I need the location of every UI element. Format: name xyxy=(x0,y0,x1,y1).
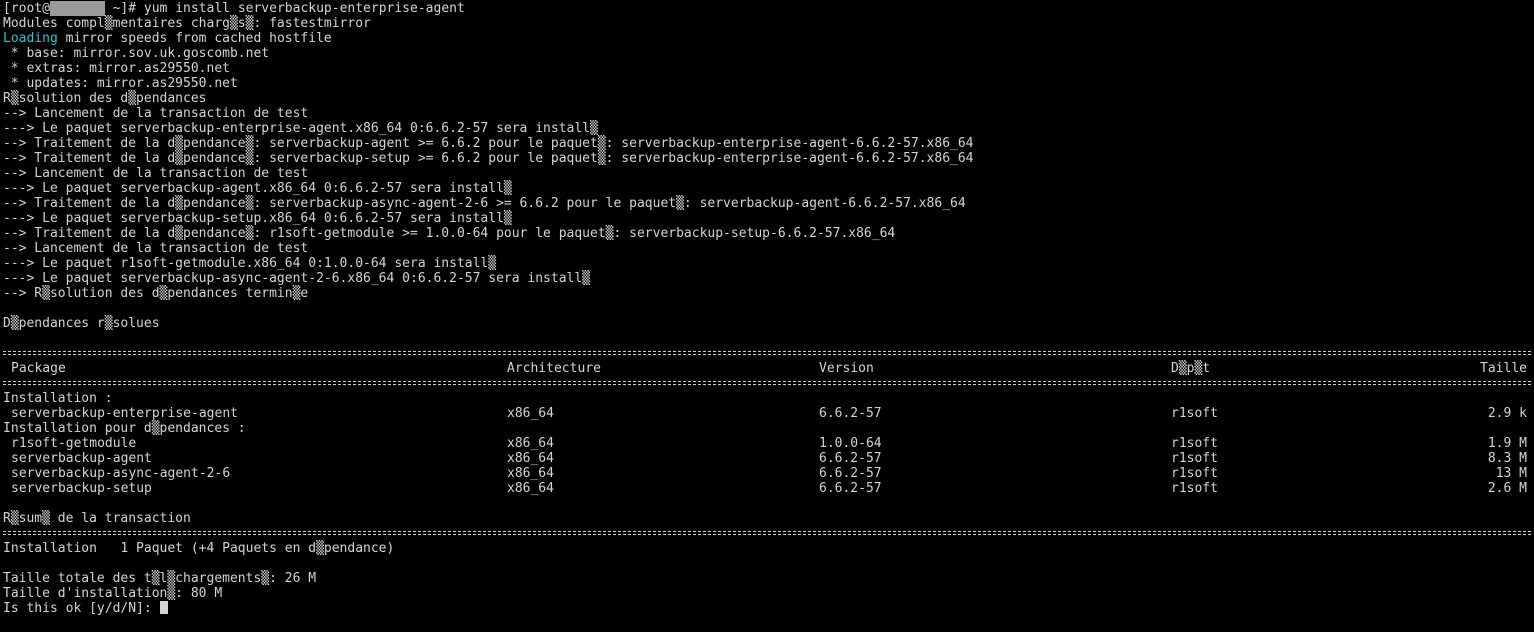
cell-package: serverbackup-async-agent-2-6 xyxy=(11,466,231,481)
cell-depot: r1soft xyxy=(1171,481,1218,496)
prompt-suffix: ~]# xyxy=(104,1,144,16)
summary-block: Installation 1 Paquet (+4 Paquets en d▒p… xyxy=(3,541,1534,601)
table-row: serverbackup-async-agent-2-6 x86_64 6.6.2-… xyxy=(3,466,1534,481)
loading-rest: mirror speeds from cached hostfile xyxy=(57,31,332,46)
log-line: --> Traitement de la d▒pendance▒: server… xyxy=(3,136,974,151)
separator-double xyxy=(3,376,1531,391)
cell-version: 6.6.2-57 xyxy=(819,451,882,466)
summary-line xyxy=(3,556,1534,571)
log-line: --> Traitement de la d▒pendance▒: r1soft… xyxy=(3,226,896,241)
terminal-window[interactable]: [root@ns27167 ~]# yum install serverback… xyxy=(0,0,1534,632)
cell-architecture: x86_64 xyxy=(507,466,554,481)
install-section-label: Installation : xyxy=(3,391,113,406)
summary-line: Taille d'installation▒: 80 M xyxy=(3,586,223,601)
cell-version: 6.6.2-57 xyxy=(819,406,882,421)
table-row: serverbackup-setup x86_64 6.6.2-57 r1soft 2.… xyxy=(3,481,1534,496)
cell-version: 1.0.0-64 xyxy=(819,436,882,451)
prompt-user: [root@ xyxy=(3,1,50,16)
header-size: Taille xyxy=(1480,361,1527,376)
separator-double xyxy=(3,526,1531,541)
cell-size: 13 M xyxy=(1495,466,1527,481)
log-line: --> Lancement de la transaction de test xyxy=(3,166,309,181)
confirm-prompt: Is this ok [y/d/N]: xyxy=(3,601,160,616)
separator-double xyxy=(3,346,1531,361)
log-line: * extras: mirror.as29550.net xyxy=(3,61,230,76)
header-package: Package xyxy=(11,361,66,376)
log-line: --> Lancement de la transaction de test xyxy=(3,106,309,121)
log-line: ---> Le paquet serverbackup-setup.x86_64… xyxy=(3,211,512,226)
cell-architecture: x86_64 xyxy=(507,406,554,421)
prompt-host-redacted: ns27167 xyxy=(49,1,105,16)
log-line: --> Lancement de la transaction de test xyxy=(3,241,309,256)
cell-version: 6.6.2-57 xyxy=(819,481,882,496)
log-line: Modules compl▒mentaires charg▒s▒: fastes… xyxy=(3,16,371,31)
log-line: ---> Le paquet serverbackup-agent.x86_64… xyxy=(3,181,512,196)
cell-architecture: x86_64 xyxy=(507,451,554,466)
table-row: r1soft-getmodule x86_64 1.0.0-64 r1soft 1.9 … xyxy=(3,436,1534,451)
table-row: serverbackup-enterprise-agent x86_64 6.6.2… xyxy=(3,406,1534,421)
log-line: --> Traitement de la d▒pendance▒: server… xyxy=(3,196,966,211)
cell-architecture: x86_64 xyxy=(507,436,554,451)
cell-size: 2.9 k xyxy=(1487,406,1527,421)
cell-package: r1soft-getmodule xyxy=(11,436,137,451)
cell-architecture: x86_64 xyxy=(507,481,554,496)
cell-depot: r1soft xyxy=(1171,466,1218,481)
cell-package: serverbackup-setup xyxy=(11,481,152,496)
log-line: ---> Le paquet serverbackup-enterprise-a… xyxy=(3,121,598,136)
deps-section-label: Installation pour d▒pendances : xyxy=(3,421,246,436)
header-architecture: Architecture xyxy=(507,361,601,376)
command-text: yum install serverbackup-enterprise-agen… xyxy=(143,1,465,16)
summary-line: Installation 1 Paquet (+4 Paquets en d▒p… xyxy=(3,541,395,556)
cell-package: serverbackup-agent xyxy=(11,451,152,466)
log-line: R▒solution des d▒pendances xyxy=(3,91,207,106)
cell-depot: r1soft xyxy=(1171,436,1218,451)
cell-size: 8.3 M xyxy=(1487,451,1527,466)
cell-size: 2.6 M xyxy=(1487,481,1527,496)
log-line: ---> Le paquet r1soft-getmodule.x86_64 0… xyxy=(3,256,497,271)
header-depot: D▒p▒t xyxy=(1171,361,1211,376)
cell-version: 6.6.2-57 xyxy=(819,466,882,481)
dependency-rows: r1soft-getmodule x86_64 1.0.0-64 r1soft 1.9 … xyxy=(3,436,1534,496)
log-line: ---> Le paquet serverbackup-async-agent-… xyxy=(3,271,590,286)
confirm-line[interactable]: Is this ok [y/d/N]: xyxy=(3,601,1534,616)
table-header: Package Architecture Version D▒p▒t Taille xyxy=(3,361,1534,376)
cell-size: 1.9 M xyxy=(1487,436,1527,451)
cell-depot: r1soft xyxy=(1171,406,1218,421)
install-rows: serverbackup-enterprise-agent x86_64 6.6.2… xyxy=(3,406,1534,421)
log-line: D▒pendances r▒solues xyxy=(3,316,160,331)
loading-keyword: Loading xyxy=(3,31,58,46)
log-line: --> Traitement de la d▒pendance▒: server… xyxy=(3,151,974,166)
summary-line: Taille totale des t▒l▒chargements▒: 26 M xyxy=(3,571,317,586)
log-line: * base: mirror.sov.uk.goscomb.net xyxy=(3,46,270,61)
summary-title: R▒sum▒ de la transaction xyxy=(3,511,191,526)
header-version: Version xyxy=(819,361,874,376)
cell-depot: r1soft xyxy=(1171,451,1218,466)
loading-line: Loading mirror speeds from cached hostfi… xyxy=(3,31,1534,46)
log-line: --> R▒solution des d▒pendances termin▒e xyxy=(3,286,309,301)
cell-package: serverbackup-enterprise-agent xyxy=(11,406,238,421)
log-line: * updates: mirror.as29550.net xyxy=(3,76,238,91)
command-line: [root@ns27167 ~]# yum install serverback… xyxy=(3,1,1534,16)
text-cursor[interactable] xyxy=(159,601,168,614)
resolution-log: * base: mirror.sov.uk.goscomb.net * extr… xyxy=(3,46,1534,346)
table-row: serverbackup-agent x86_64 6.6.2-57 r1soft 8.… xyxy=(3,451,1534,466)
